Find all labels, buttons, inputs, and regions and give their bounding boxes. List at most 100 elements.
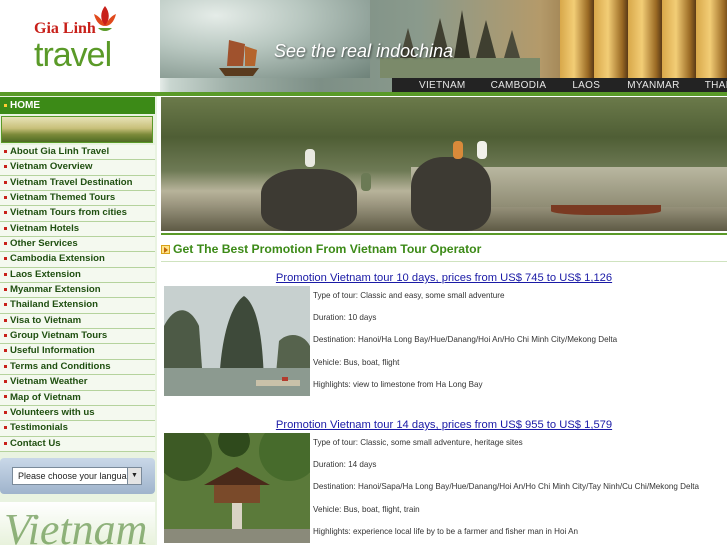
bullet-icon (4, 103, 7, 107)
sidebar-item-map[interactable]: Map of Vietnam (0, 390, 155, 406)
nav-vietnam[interactable]: VIETNAM (419, 80, 466, 91)
bullet-icon (4, 334, 7, 338)
sidebar-item-other-services[interactable]: Other Services (0, 237, 155, 253)
tour-duration: Duration: 10 days (313, 313, 377, 323)
sidebar-item-label: Cambodia Extension (10, 253, 105, 265)
pagoda-image (164, 433, 310, 543)
sidebar-item-terms[interactable]: Terms and Conditions (0, 359, 155, 376)
tour-title-link[interactable]: Promotion Vietnam tour 14 days, prices f… (161, 419, 727, 431)
sidebar-item-label: HOME (10, 100, 40, 111)
bullet-icon (4, 257, 7, 261)
language-select[interactable]: Please choose your language ▼ (12, 467, 142, 485)
tour-highlights: Highlights: experience local life by to … (313, 526, 578, 536)
bullet-icon (4, 380, 7, 384)
site-header: Gia Linh travel See the real indochina V… (0, 0, 727, 92)
sidebar-item-visa[interactable]: Visa to Vietnam (0, 313, 155, 330)
sidebar-item-tours-from-cities[interactable]: Vietnam Tours from cities (0, 206, 155, 222)
sidebar: HOME About Gia Linh Travel Vietnam Overv… (0, 96, 157, 545)
one-pillar-pagoda-photo[interactable] (164, 433, 310, 543)
tour-type: Type of tour: Classic and easy, some sma… (313, 291, 505, 300)
sidebar-item-label: Myanmar Extension (10, 284, 101, 296)
sidebar-item-label: Terms and Conditions (10, 360, 111, 372)
sidebar-item-label: Useful Information (10, 345, 95, 357)
sidebar-menu: About Gia Linh Travel Vietnam Overview V… (0, 145, 155, 452)
bullet-icon (4, 441, 7, 445)
sidebar-item-weather[interactable]: Vietnam Weather (0, 375, 155, 391)
sidebar-item-label: Vietnam Themed Tours (10, 192, 116, 204)
junk-boat-illustration (219, 40, 259, 76)
traveler-shape (453, 141, 463, 159)
main-content: Get The Best Promotion From Vietnam Tour… (161, 96, 727, 545)
sidebar-item-group-tours[interactable]: Group Vietnam Tours (0, 329, 155, 345)
nav-myanmar[interactable]: MYANMAR (627, 80, 679, 91)
language-select-value: Please choose your language (18, 471, 137, 481)
country-nav: VIETNAM CAMBODIA LAOS MYANMAR THAILAND (392, 78, 727, 92)
sidebar-banner-image (1, 116, 153, 143)
hero-boat (551, 205, 661, 215)
sidebar-item-label: Other Services (10, 238, 78, 250)
hero-divider (161, 233, 727, 235)
tour-destination: Destination: Hanoi/Ha Long Bay/Hue/Danan… (313, 335, 618, 345)
traveler-shape (305, 149, 315, 167)
tour-highlights: Highlights: view to limestone from Ha Lo… (313, 379, 483, 389)
sidebar-item-destination[interactable]: Vietnam Travel Destination (0, 175, 155, 192)
chevron-down-icon[interactable]: ▼ (127, 468, 141, 484)
sidebar-item-label: Vietnam Overview (10, 161, 93, 173)
nav-thailand[interactable]: THAILAND (705, 80, 727, 91)
bullet-icon (4, 303, 7, 307)
bullet-icon (4, 165, 7, 169)
sidebar-item-home[interactable]: HOME (0, 97, 155, 114)
bullet-icon (4, 242, 7, 246)
sidebar-item-about[interactable]: About Gia Linh Travel (0, 145, 155, 161)
sidebar-item-label: Vietnam Tours from cities (10, 207, 127, 219)
tagline: See the real indochina (274, 41, 454, 61)
bullet-icon (4, 180, 7, 184)
sidebar-item-label: Laos Extension (10, 268, 81, 280)
sidebar-item-laos[interactable]: Laos Extension (0, 267, 155, 284)
tour-duration: Duration: 14 days (313, 460, 377, 470)
sidebar-item-testimonials[interactable]: Testimonials (0, 421, 155, 437)
bullet-icon (4, 318, 7, 322)
sidebar-item-label: Visa to Vietnam (10, 314, 82, 326)
sidebar-item-hotels[interactable]: Vietnam Hotels (0, 221, 155, 238)
bullet-icon (4, 395, 7, 399)
sidebar-item-useful-info[interactable]: Useful Information (0, 344, 155, 360)
sidebar-item-cambodia[interactable]: Cambodia Extension (0, 252, 155, 268)
bullet-icon (4, 149, 7, 153)
sidebar-item-label: Contact Us (10, 437, 61, 449)
sidebar-item-contact[interactable]: Contact Us (0, 436, 155, 452)
sidebar-item-myanmar[interactable]: Myanmar Extension (0, 283, 155, 299)
section-title-text: Get The Best Promotion From Vietnam Tour… (173, 242, 482, 256)
nav-cambodia[interactable]: CAMBODIA (491, 80, 547, 91)
bullet-icon (4, 211, 7, 215)
bullet-icon (4, 226, 7, 230)
tour-facts: Type of tour: Classic and easy, some sma… (313, 291, 617, 402)
sidebar-item-thailand[interactable]: Thailand Extension (0, 298, 155, 314)
section-divider (161, 261, 727, 262)
sidebar-item-label: Group Vietnam Tours (10, 330, 108, 342)
elephant-shape (411, 157, 491, 231)
sidebar-item-label: Vietnam Hotels (10, 222, 80, 234)
arrow-right-icon (161, 245, 170, 254)
bullet-icon (4, 196, 7, 199)
buddha-statues-photo (560, 0, 727, 78)
halong-bay-photo[interactable] (164, 286, 310, 396)
tour-vehicle: Vehicle: Bus, boat, flight (313, 357, 400, 367)
nav-laos[interactable]: LAOS (572, 80, 600, 91)
tour-type: Type of tour: Classic, some small advent… (313, 438, 523, 447)
tour-vehicle: Vehicle: Bus, boat, flight, train (313, 504, 420, 514)
logo[interactable]: Gia Linh travel (0, 0, 160, 92)
traveler-shape (477, 141, 487, 159)
sidebar-item-volunteers[interactable]: Volunteers with us (0, 405, 155, 422)
bullet-icon (4, 272, 7, 276)
tour-title-link[interactable]: Promotion Vietnam tour 10 days, prices f… (161, 272, 727, 284)
sidebar-item-themed-tours[interactable]: Vietnam Themed Tours (0, 191, 155, 207)
bullet-icon (4, 288, 7, 292)
language-selector-panel: Please choose your language ▼ (0, 458, 155, 494)
sidebar-item-overview[interactable]: Vietnam Overview (0, 160, 155, 176)
section-title: Get The Best Promotion From Vietnam Tour… (161, 242, 481, 256)
bullet-icon (4, 364, 7, 368)
elephant-shape (261, 169, 357, 231)
sidebar-item-label: Testimonials (10, 422, 68, 434)
vietnam-artwork: Vietnam (0, 502, 155, 545)
